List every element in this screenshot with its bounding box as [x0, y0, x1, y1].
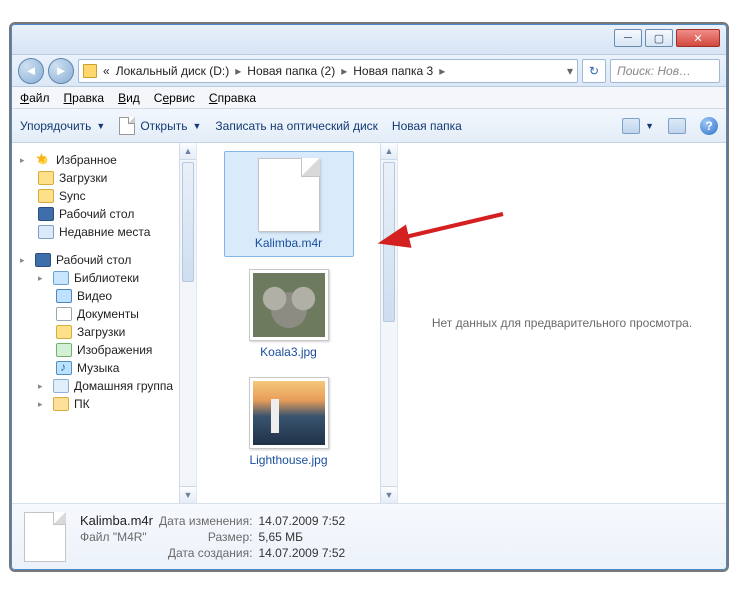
folder-icon — [83, 64, 97, 78]
file-item-koala[interactable]: Koala3.jpg — [224, 263, 354, 365]
toolbar: Упорядочить▼ Открыть▼ Записать на оптиче… — [12, 109, 726, 143]
preview-pane: Нет данных для предварительного просмотр… — [397, 143, 726, 503]
document-icon — [119, 117, 135, 135]
details-filename: Kalimba.m4r — [80, 513, 153, 528]
title-bar: ─ ▢ ✕ — [12, 25, 726, 55]
file-label: Lighthouse.jpg — [249, 453, 327, 467]
file-label: Kalimba.m4r — [255, 236, 322, 250]
filelist-scrollbar[interactable]: ▲ ▼ — [380, 143, 397, 503]
organize-button[interactable]: Упорядочить▼ — [20, 119, 105, 133]
menu-file[interactable]: ФФайлайл — [20, 91, 50, 105]
sidebar-documents[interactable]: Документы — [20, 305, 175, 323]
back-button[interactable]: ◄ — [18, 58, 44, 84]
sidebar-pc[interactable]: ▸ПК — [20, 395, 175, 413]
music-icon — [56, 361, 72, 375]
help-button[interactable]: ? — [700, 117, 718, 135]
sidebar-desktop-root[interactable]: ▸Рабочий стол — [20, 251, 175, 269]
menu-bar: ФФайлайл Правка Вид Сервис Справка — [12, 87, 726, 109]
document-icon — [258, 158, 320, 232]
menu-tools[interactable]: Сервис — [154, 91, 195, 105]
address-bar[interactable]: « Локальный диск (D:) ▸ Новая папка (2) … — [78, 59, 578, 83]
recent-icon — [38, 225, 54, 239]
preview-empty-text: Нет данных для предварительного просмотр… — [432, 316, 692, 330]
sidebar-downloads[interactable]: Загрузки — [20, 169, 175, 187]
scroll-up-icon[interactable]: ▲ — [180, 143, 196, 160]
sidebar-sync[interactable]: Sync — [20, 187, 175, 205]
chevron-right-icon[interactable]: ▸ — [439, 64, 445, 78]
details-pane: Kalimba.m4r Дата изменения: 14.07.2009 7… — [12, 503, 726, 569]
sidebar-music[interactable]: Музыка — [20, 359, 175, 377]
folder-icon — [38, 171, 54, 185]
libraries-icon — [53, 271, 69, 285]
view-options-button[interactable]: ▼ — [622, 118, 654, 134]
file-item-kalimba[interactable]: Kalimba.m4r — [224, 151, 354, 257]
star-icon — [35, 153, 51, 167]
file-list: Kalimba.m4r Koala3.jpg Lighthouse.jpg ▲ — [197, 143, 397, 503]
minimize-button[interactable]: ─ — [614, 29, 642, 47]
homegroup-icon — [53, 379, 69, 393]
sidebar-videos[interactable]: Видео — [20, 287, 175, 305]
sidebar-desktop[interactable]: Рабочий стол — [20, 205, 175, 223]
nav-bar: ◄ ► « Локальный диск (D:) ▸ Новая папка … — [12, 55, 726, 87]
details-filetype: Файл "M4R" — [80, 530, 153, 544]
navigation-pane: ▸Избранное Загрузки Sync Рабочий стол Не… — [12, 143, 197, 503]
details-modified-value: 14.07.2009 7:52 — [258, 514, 345, 528]
close-button[interactable]: ✕ — [676, 29, 720, 47]
folder-icon — [56, 325, 72, 339]
details-thumbnail — [24, 512, 66, 562]
scroll-up-icon[interactable]: ▲ — [381, 143, 397, 160]
forward-button[interactable]: ► — [48, 58, 74, 84]
sidebar-homegroup[interactable]: ▸Домашняя группа — [20, 377, 175, 395]
chevron-down-icon[interactable]: ▾ — [567, 64, 573, 78]
maximize-button[interactable]: ▢ — [645, 29, 673, 47]
chevron-right-icon[interactable]: ▸ — [235, 64, 241, 78]
sidebar-libraries[interactable]: ▸Библиотеки — [20, 269, 175, 287]
sidebar-pictures[interactable]: Изображения — [20, 341, 175, 359]
details-created-value: 14.07.2009 7:52 — [258, 546, 345, 560]
preview-pane-button[interactable] — [668, 118, 686, 134]
sidebar-recent[interactable]: Недавние места — [20, 223, 175, 241]
video-icon — [56, 289, 72, 303]
desktop-icon — [35, 253, 51, 267]
burn-button[interactable]: Записать на оптический диск — [215, 119, 378, 133]
new-folder-button[interactable]: Новая папка — [392, 119, 462, 133]
open-button[interactable]: Открыть▼ — [119, 117, 201, 135]
pictures-icon — [56, 343, 72, 357]
image-thumbnail — [249, 269, 329, 341]
chevron-right-icon[interactable]: ▸ — [341, 64, 347, 78]
scrollbar-thumb[interactable] — [182, 162, 194, 282]
refresh-button[interactable]: ↻ — [582, 59, 606, 83]
scroll-down-icon[interactable]: ▼ — [381, 486, 397, 503]
breadcrumb-1[interactable]: Новая папка (2) — [247, 64, 335, 78]
scrollbar-thumb[interactable] — [383, 162, 395, 322]
breadcrumb-2[interactable]: Новая папка 3 — [353, 64, 433, 78]
menu-edit[interactable]: Правка — [64, 91, 105, 105]
explorer-window: ─ ▢ ✕ ◄ ► « Локальный диск (D:) ▸ Новая … — [11, 24, 727, 570]
sidebar-scrollbar[interactable]: ▲ ▼ — [179, 143, 196, 503]
sidebar-favorites[interactable]: ▸Избранное — [20, 151, 175, 169]
breadcrumb-0[interactable]: Локальный диск (D:) — [116, 64, 230, 78]
desktop-icon — [38, 207, 54, 221]
content-area: ▸Избранное Загрузки Sync Рабочий стол Не… — [12, 143, 726, 503]
folder-icon — [38, 189, 54, 203]
details-modified-label: Дата изменения: — [159, 514, 253, 528]
menu-help[interactable]: Справка — [209, 91, 256, 105]
details-created-label: Дата создания: — [159, 546, 253, 560]
pc-icon — [53, 397, 69, 411]
menu-view[interactable]: Вид — [118, 91, 140, 105]
details-size-label: Размер: — [159, 530, 253, 544]
breadcrumb-prefix: « — [103, 64, 110, 78]
sidebar-downloads2[interactable]: Загрузки — [20, 323, 175, 341]
view-icon — [622, 118, 640, 134]
file-label: Koala3.jpg — [260, 345, 317, 359]
search-input[interactable]: Поиск: Нов… — [610, 59, 720, 83]
image-thumbnail — [249, 377, 329, 449]
details-size-value: 5,65 МБ — [258, 530, 345, 544]
document-icon — [56, 307, 72, 321]
file-item-lighthouse[interactable]: Lighthouse.jpg — [224, 371, 354, 473]
scroll-down-icon[interactable]: ▼ — [180, 486, 196, 503]
